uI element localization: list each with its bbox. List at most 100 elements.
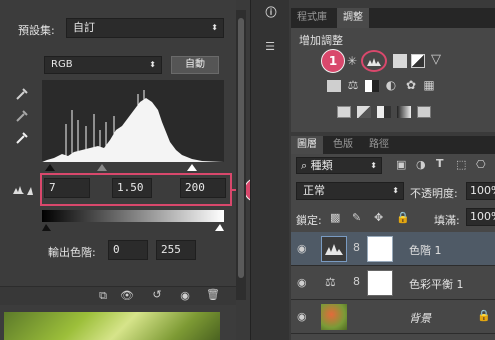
background-layer-thumbnail [321, 304, 347, 330]
tab-library[interactable]: 程式庫 [291, 8, 333, 28]
invert-icon[interactable] [337, 106, 351, 118]
layer-row-background[interactable]: ◉ 背景 🔒 [291, 300, 495, 334]
select-arrows-icon: ⬍ [370, 161, 377, 170]
fill-label: 填滿: [434, 214, 460, 227]
posterize-icon[interactable] [357, 106, 371, 118]
vibrance-icon[interactable]: ▽ [429, 52, 443, 67]
layers-tabbar: 圖層 色版 路徑 [291, 136, 495, 154]
adjustments-title: 增加調整 [299, 34, 343, 47]
levels-adjustment-icon [367, 58, 381, 66]
view-previous-state-icon[interactable]: 👁 [120, 289, 134, 302]
input-shadow-field[interactable]: 7 [44, 178, 90, 198]
clip-to-layer-icon[interactable]: ⧉ [96, 289, 110, 303]
mask-link-icon[interactable]: 8 [353, 241, 360, 254]
highlight-slider-handle [187, 164, 197, 171]
panel-dock-column: ⓘ ☰ [250, 0, 289, 340]
layer-name: 色階 1 [409, 244, 442, 257]
midtone-slider-handle [97, 164, 107, 171]
tab-paths[interactable]: 路徑 [363, 136, 395, 154]
visibility-eye-icon[interactable]: ◉ [297, 276, 311, 290]
lock-all-icon[interactable]: 🔒 [396, 211, 410, 224]
visibility-icon[interactable]: ◉ [178, 289, 192, 302]
photo-filter-icon[interactable]: ◐ [383, 78, 399, 92]
exposure-icon[interactable] [411, 54, 425, 68]
visibility-eye-icon[interactable]: ◉ [297, 310, 311, 324]
channel-mixer-icon[interactable]: ✿ [403, 78, 419, 92]
gray-point-eyedropper-icon[interactable] [14, 108, 30, 124]
lock-label: 鎖定: [296, 214, 322, 227]
blend-mode-select[interactable]: 正常 ⬍ [296, 182, 404, 200]
select-arrows-icon: ⬍ [211, 23, 218, 32]
input-midtone-field[interactable]: 1.50 [112, 178, 152, 198]
trash-icon[interactable]: 🗑 [206, 288, 220, 301]
search-icon: ⌕ [301, 159, 308, 172]
gradient-map-icon[interactable] [397, 106, 411, 118]
color-lookup-icon[interactable]: ▦ [421, 78, 437, 92]
layer-mask-thumbnail[interactable] [367, 270, 393, 296]
properties-panel: 預設集: 自訂 ⬍ RGB ⬍ 自動 7 1.50 200 輸出色階: 0 25… [0, 0, 268, 340]
filter-smart-icon[interactable]: ⎔ [476, 158, 486, 171]
layer-mask-thumbnail[interactable] [367, 236, 393, 262]
lock-position-icon[interactable]: ✥ [374, 211, 383, 224]
tab-adjustments[interactable]: 調整 [337, 8, 369, 28]
output-black-handle [42, 224, 51, 231]
preset-select[interactable]: 自訂 ⬍ [66, 18, 224, 38]
output-black-field[interactable]: 0 [108, 240, 148, 260]
kind-filter-select[interactable]: ⌕ 種類 ⬍ [296, 157, 382, 174]
color-balance-layer-icon: ⚖ [325, 275, 336, 289]
lock-icon: 🔒 [477, 309, 491, 322]
output-gradient [42, 210, 224, 222]
visibility-eye-icon[interactable]: ◉ [297, 242, 311, 256]
black-white-icon[interactable] [365, 80, 379, 92]
output-slider-track [42, 222, 224, 232]
select-arrows-icon: ⬍ [392, 186, 399, 195]
channel-select[interactable]: RGB ⬍ [44, 56, 162, 74]
opacity-label: 不透明度: [410, 187, 458, 200]
preset-label: 預設集: [18, 24, 55, 37]
properties-toolbar: ⧉ 👁 ↺ ◉ 🗑 [0, 286, 236, 305]
adjustments-tabbar: 程式庫 調整 [291, 8, 495, 28]
curves-icon[interactable] [393, 54, 407, 68]
filter-shape-icon[interactable]: ⬚ [456, 158, 466, 171]
kind-filter-value: 種類 [310, 159, 333, 172]
hue-saturation-icon[interactable] [327, 80, 341, 92]
mask-link-icon[interactable]: 8 [353, 275, 360, 288]
auto-button[interactable]: 自動 [171, 56, 219, 74]
tab-layers[interactable]: 圖層 [291, 136, 323, 154]
histogram [42, 80, 224, 162]
filter-adjustment-icon[interactable]: ◑ [416, 158, 426, 171]
threshold-icon[interactable] [377, 106, 391, 118]
levels-adjustment-button[interactable] [361, 50, 387, 72]
output-white-field[interactable]: 255 [156, 240, 196, 260]
align-icon[interactable]: ☰ [261, 40, 279, 53]
tab-channels[interactable]: 色版 [327, 136, 359, 154]
opacity-field[interactable]: 100% [466, 182, 495, 200]
color-balance-icon[interactable]: ⚖ [345, 78, 361, 92]
channel-value: RGB [51, 59, 73, 70]
filter-pixel-icon[interactable]: ▣ [396, 158, 406, 171]
brightness-contrast-icon[interactable]: ✳ [345, 54, 359, 68]
lock-image-icon[interactable]: ✎ [352, 211, 361, 224]
lock-transparent-icon[interactable]: ▩ [330, 211, 340, 224]
input-highlight-field[interactable]: 200 [180, 178, 226, 198]
layer-name: 色彩平衡 1 [409, 278, 464, 291]
info-icon[interactable]: ⓘ [263, 4, 279, 20]
selective-color-icon[interactable] [417, 106, 431, 118]
white-point-eyedropper-icon[interactable] [14, 130, 30, 146]
properties-scrollbar[interactable] [236, 10, 246, 300]
levels-layer-thumbnail [321, 236, 347, 262]
scroll-thumb[interactable] [238, 18, 244, 278]
layer-row-levels[interactable]: ◉ 8 色階 1 [291, 232, 495, 266]
canvas-photo[interactable] [4, 312, 220, 340]
callout-1: 1 [321, 49, 345, 73]
select-arrows-icon: ⬍ [149, 60, 156, 69]
layer-row-color-balance[interactable]: ◉ ⚖ 8 色彩平衡 1 [291, 266, 495, 300]
filter-type-icon[interactable]: T [436, 157, 444, 170]
levels-icon [12, 182, 34, 196]
reset-icon[interactable]: ↺ [150, 288, 164, 301]
blend-mode-value: 正常 [303, 184, 325, 197]
fill-field[interactable]: 100% [466, 208, 495, 226]
input-slider-track [42, 162, 224, 172]
black-point-eyedropper-icon[interactable] [14, 86, 30, 102]
layer-name: 背景 [409, 312, 431, 325]
